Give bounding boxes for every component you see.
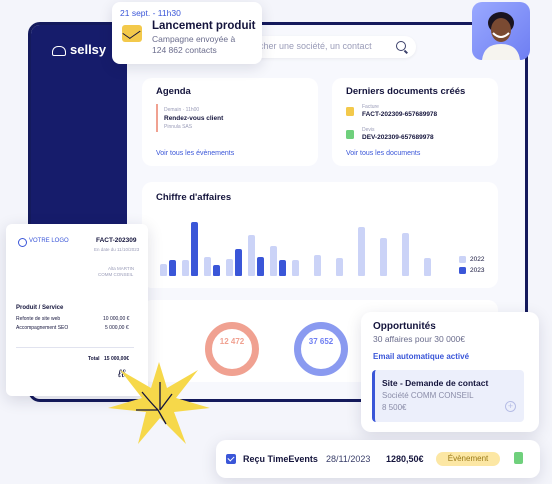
cloud-icon — [52, 45, 66, 56]
sparkle-icon — [108, 362, 210, 444]
notification-title: Lancement produit — [152, 20, 256, 32]
bar-2022[interactable] — [270, 246, 277, 276]
invoice-total-label: Total — [88, 356, 100, 362]
documents-title: Derniers documents créés — [346, 86, 466, 97]
auto-email-status: Email automatique activé — [373, 352, 470, 361]
doc-1-type: Facture — [362, 104, 379, 110]
invoice-line2-label: Accompagnement SEO — [16, 325, 69, 331]
invoice-logo: VOTRE LOGO — [29, 238, 69, 244]
agenda-company: Pinnula SAS — [164, 124, 193, 130]
invoice-doc-icon — [346, 107, 354, 116]
sellsy-logo[interactable]: sellsy — [52, 42, 106, 57]
revenue-title: Chiffre d'affaires — [156, 192, 232, 203]
bar-2022[interactable] — [402, 233, 409, 276]
bar-2023[interactable] — [191, 222, 198, 276]
bar-2022[interactable] — [424, 258, 431, 276]
bar-2022[interactable] — [226, 259, 233, 276]
bar-2023[interactable] — [169, 260, 176, 276]
doc-1-ref[interactable]: FACT-202309-657689978 — [362, 111, 437, 118]
bar-2023[interactable] — [213, 265, 220, 276]
opportunity-title: Site - Demande de contact — [382, 378, 489, 388]
legend-2022-swatch — [459, 256, 466, 263]
bar-2022[interactable] — [336, 258, 343, 276]
search-placeholder: rcher une société, un contact — [256, 41, 372, 51]
gauge-2 — [294, 322, 348, 376]
envelope-icon — [122, 25, 142, 42]
bar-2022[interactable] — [358, 227, 365, 276]
agenda-event-marker — [156, 104, 158, 132]
notification-line2: 124 862 contacts — [152, 45, 217, 55]
receipt-amount: 1280,50€ — [386, 454, 424, 464]
bar-2023[interactable] — [279, 260, 286, 276]
add-icon[interactable]: + — [505, 401, 516, 412]
bar-2022[interactable] — [292, 260, 299, 276]
bar-2023[interactable] — [257, 257, 264, 276]
opportunities-subtitle: 30 affaires pour 30 000€ — [373, 334, 465, 344]
documents-link[interactable]: Voir tous les documents — [346, 150, 420, 157]
opportunities-title: Opportunités — [373, 321, 436, 332]
bar-2022[interactable] — [182, 260, 189, 276]
invoice-client1: Alta MARTIN — [108, 266, 135, 271]
logo-text: sellsy — [70, 42, 107, 57]
legend-2022: 2022 — [470, 256, 485, 263]
notification-line1: Campagne envoyée à — [152, 34, 236, 44]
invoice-divider — [16, 347, 134, 348]
quote-doc-icon — [346, 130, 354, 139]
invoice-ref: FACT-202309 — [96, 237, 137, 244]
receipt-checkbox[interactable] — [226, 454, 236, 464]
gauge-1 — [205, 322, 259, 376]
invoice-line1-label: Refonte de site web — [16, 316, 61, 322]
agenda-event[interactable]: Rendez-vous client — [164, 115, 223, 122]
document-icon[interactable] — [514, 452, 523, 464]
opportunity-company: Société COMM CONSEIL — [382, 391, 474, 400]
person-icon — [482, 12, 520, 60]
search-icon[interactable] — [396, 41, 406, 51]
agenda-title: Agenda — [156, 86, 191, 97]
legend-2023: 2023 — [470, 267, 485, 274]
doc-2-ref[interactable]: DEV-202309-657689978 — [362, 134, 434, 141]
bar-2022[interactable] — [380, 238, 387, 276]
bar-2022[interactable] — [204, 257, 211, 276]
bar-2022[interactable] — [248, 235, 255, 276]
receipt-date: 28/11/2023 — [326, 454, 371, 464]
bar-2022[interactable] — [160, 264, 167, 276]
legend-2023-swatch — [459, 267, 466, 274]
gauge-1-value: 12 472 — [219, 337, 245, 346]
bar-2022[interactable] — [314, 255, 321, 276]
opportunity-amount: 8 500€ — [382, 403, 407, 412]
user-avatar[interactable] — [472, 2, 530, 60]
invoice-line2-amount: 5 000,00 € — [105, 325, 129, 331]
invoice-line1-amount: 10 000,00 € — [103, 316, 130, 322]
invoice-section: Produit / Service — [16, 305, 64, 311]
doc-2-type: Devis — [362, 127, 375, 133]
logo-placeholder-icon — [18, 238, 27, 247]
agenda-time: Demain · 11h00 — [164, 107, 200, 113]
bar-2023[interactable] — [235, 249, 242, 276]
invoice-date: En date du 11/10/2023 — [94, 247, 140, 252]
invoice-client2: COMM CONSEIL — [98, 272, 134, 277]
receipt-label: Reçu TimeEvents — [243, 454, 318, 464]
gauge-2-value: 37 652 — [308, 337, 334, 346]
agenda-link[interactable]: Voir tous les évènements — [156, 150, 234, 157]
event-badge: Évènement — [436, 452, 500, 466]
notification-date: 21 sept. - 11h30 — [120, 8, 181, 18]
revenue-bar-chart — [160, 222, 450, 276]
